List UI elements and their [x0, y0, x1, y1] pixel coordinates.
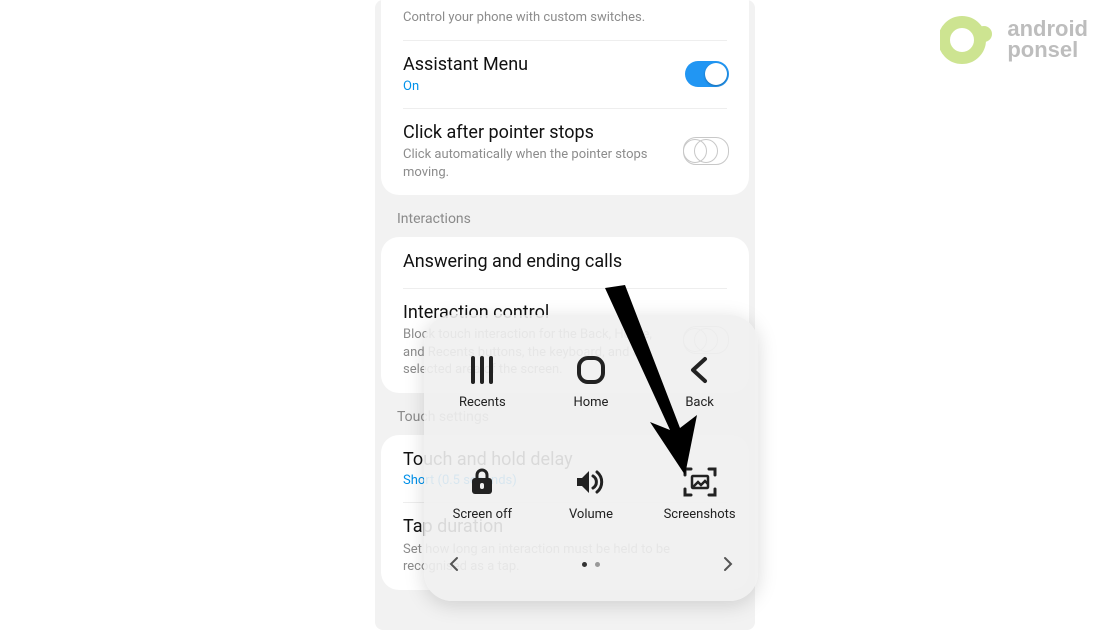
watermark: android ponsel	[940, 10, 1088, 70]
row-title: Answering and ending calls	[403, 251, 727, 274]
recents-icon	[465, 353, 499, 387]
assistant-item-screen-off[interactable]: Screen off	[428, 437, 537, 549]
assistant-label: Home	[573, 395, 608, 410]
assistant-item-screenshots[interactable]: Screenshots	[645, 437, 754, 549]
assistant-label: Screenshots	[664, 507, 736, 522]
row-assistant-menu[interactable]: Assistant Menu On	[381, 40, 749, 108]
divider	[403, 40, 727, 41]
toggle-click-after-pointer[interactable]	[683, 137, 729, 165]
row-answering-calls[interactable]: Answering and ending calls	[381, 237, 749, 288]
watermark-text: android ponsel	[1007, 19, 1088, 61]
pager-dot-active	[582, 562, 587, 567]
assistant-item-home[interactable]: Home	[537, 325, 646, 437]
assistant-grid: Recents Home Back Screen off Volume	[428, 325, 754, 549]
toggle-on-icon	[685, 61, 729, 87]
divider	[403, 288, 727, 289]
row-click-after-pointer[interactable]: Click after pointer stops Click automati…	[381, 108, 749, 196]
card-dexterity: Universal switch Control your phone with…	[381, 0, 749, 195]
assistant-item-volume[interactable]: Volume	[537, 437, 646, 549]
row-title: Assistant Menu	[403, 54, 727, 77]
toggle-off-icon	[683, 137, 729, 165]
pager-prev[interactable]	[446, 556, 462, 572]
section-label-interactions: Interactions	[375, 195, 755, 237]
assistant-pager	[428, 549, 754, 579]
assistant-label: Back	[685, 395, 714, 410]
assistant-label: Recents	[459, 395, 506, 410]
volume-icon	[574, 465, 608, 499]
assistant-item-back[interactable]: Back	[645, 325, 754, 437]
row-subtitle: Control your phone with custom switches.	[403, 9, 727, 27]
watermark-logo-icon	[940, 10, 1000, 70]
assistant-label: Volume	[569, 507, 613, 522]
pager-next[interactable]	[720, 556, 736, 572]
pager-dots	[582, 562, 600, 567]
divider	[403, 108, 727, 109]
row-subtitle: Click automatically when the pointer sto…	[403, 146, 727, 181]
watermark-line2: ponsel	[1007, 40, 1088, 61]
row-universal-switch[interactable]: Universal switch Control your phone with…	[381, 0, 749, 40]
assistant-label: Screen off	[453, 507, 512, 522]
row-state: On	[403, 79, 727, 94]
back-icon	[683, 353, 717, 387]
assistant-item-recents[interactable]: Recents	[428, 325, 537, 437]
home-icon	[574, 353, 608, 387]
lock-icon	[465, 465, 499, 499]
row-title: Universal switch	[403, 0, 727, 7]
pager-dot	[595, 562, 600, 567]
screenshot-icon	[683, 465, 717, 499]
row-title: Click after pointer stops	[403, 122, 727, 145]
assistant-menu-overlay[interactable]: Recents Home Back Screen off Volume	[424, 315, 758, 601]
toggle-assistant-menu[interactable]	[685, 61, 729, 87]
